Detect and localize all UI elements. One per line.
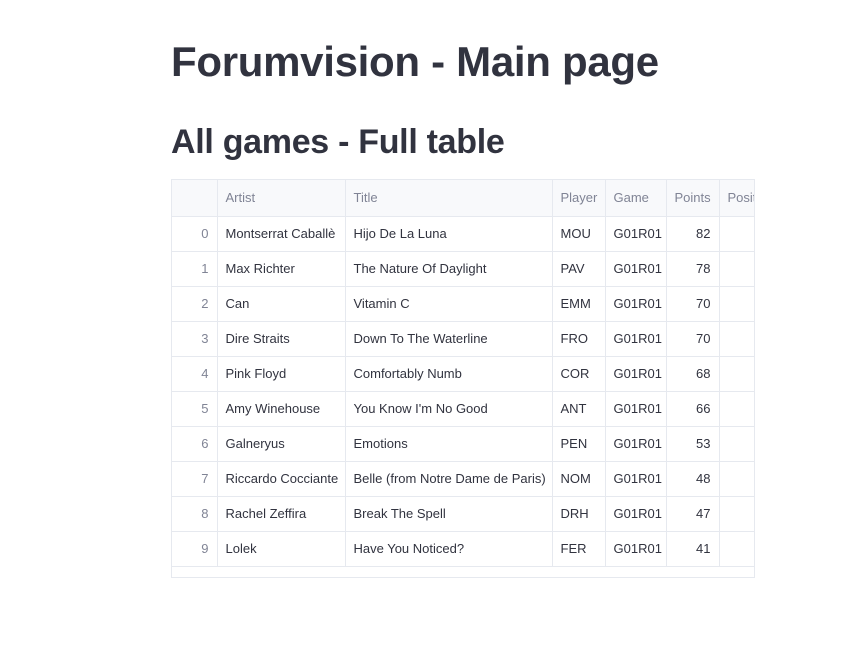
table-row: 6GalneryusEmotionsPENG01R01537 bbox=[172, 426, 754, 462]
cell-player[interactable]: ANT bbox=[552, 391, 606, 427]
cell-position[interactable]: 9 bbox=[719, 496, 754, 532]
column-header-title[interactable]: Title bbox=[345, 180, 553, 217]
cell-title[interactable]: The Nature Of Daylight bbox=[345, 251, 553, 287]
cell-artist[interactable]: Lolek bbox=[217, 531, 346, 567]
cell-position[interactable]: 7 bbox=[719, 426, 754, 462]
cell-game[interactable]: G01R01 bbox=[605, 356, 667, 392]
cell-artist[interactable]: Amy Winehouse bbox=[217, 391, 346, 427]
cell-points[interactable]: 48 bbox=[666, 461, 720, 497]
cell-player[interactable]: COR bbox=[552, 356, 606, 392]
column-header-points[interactable]: Points bbox=[666, 180, 720, 217]
games-data-grid: Artist Title Player Game Points Position… bbox=[172, 180, 754, 567]
cell-title[interactable]: You Know I'm No Good bbox=[345, 391, 553, 427]
cell-title[interactable]: Emotions bbox=[345, 426, 553, 462]
cell-title[interactable]: Belle (from Notre Dame de Paris) bbox=[345, 461, 553, 497]
table-row: 3 Dire Straits Down To The Waterline FRO G01… bbox=[172, 321, 754, 357]
cell-artist[interactable]: Riccardo Cocciante bbox=[217, 461, 346, 497]
cell-player[interactable]: MOU bbox=[552, 216, 606, 252]
table-row: 1 Max Richter The Nature Of Daylight PAV G01… bbox=[172, 251, 754, 287]
cell-position[interactable]: 6 bbox=[719, 391, 754, 427]
cell-index[interactable]: 9 bbox=[172, 531, 218, 567]
section-title: All games - Full table bbox=[171, 123, 505, 161]
cell-index[interactable]: 1 bbox=[172, 251, 218, 287]
cell-player[interactable]: DRH bbox=[552, 496, 606, 532]
cell-points[interactable]: 47 bbox=[666, 496, 720, 532]
page-title: Forumvision - Main page bbox=[171, 38, 659, 85]
cell-title[interactable]: Vitamin C bbox=[345, 286, 553, 322]
cell-game[interactable]: G01R01 bbox=[605, 321, 667, 357]
cell-position[interactable]: 10 bbox=[719, 531, 754, 567]
cell-position[interactable]: 3 bbox=[719, 321, 754, 357]
cell-position[interactable]: 2 bbox=[719, 251, 754, 287]
table-row: 2CanVitamin CEMMG01R01703 bbox=[172, 286, 754, 322]
cell-position[interactable]: 1 bbox=[719, 216, 754, 252]
table-row: 9LolekHave You Noticed?FERG01R014110 bbox=[172, 531, 754, 567]
cell-game[interactable]: G01R01 bbox=[605, 531, 667, 567]
cell-player[interactable]: FER bbox=[552, 531, 606, 567]
column-header-position[interactable]: Position bbox=[719, 180, 754, 217]
page: Forumvision - Main page All games - Full… bbox=[0, 0, 865, 664]
cell-player[interactable]: EMM bbox=[552, 286, 606, 322]
cell-title[interactable]: Hijo De La Luna bbox=[345, 216, 553, 252]
column-header-game[interactable]: Game bbox=[605, 180, 667, 217]
table-row: 7 Riccardo Cocciante Belle (from Notre Dam… bbox=[172, 461, 754, 497]
cell-title[interactable]: Down To The Waterline bbox=[345, 321, 553, 357]
cell-points[interactable]: 53 bbox=[666, 426, 720, 462]
cell-game[interactable]: G01R01 bbox=[605, 496, 667, 532]
cell-title[interactable]: Comfortably Numb bbox=[345, 356, 553, 392]
cell-index[interactable]: 7 bbox=[172, 461, 218, 497]
cell-player[interactable]: PEN bbox=[552, 426, 606, 462]
cell-points[interactable]: 68 bbox=[666, 356, 720, 392]
cell-points[interactable]: 41 bbox=[666, 531, 720, 567]
cell-artist[interactable]: Pink Floyd bbox=[217, 356, 346, 392]
table-row: 4Pink FloydComfortably NumbCORG01R01685 bbox=[172, 356, 754, 392]
cell-artist[interactable]: Max Richter bbox=[217, 251, 346, 287]
cell-artist[interactable]: Dire Straits bbox=[217, 321, 346, 357]
cell-position[interactable]: 5 bbox=[719, 356, 754, 392]
column-header-player[interactable]: Player bbox=[552, 180, 606, 217]
cell-game[interactable]: G01R01 bbox=[605, 391, 667, 427]
cell-index[interactable]: 6 bbox=[172, 426, 218, 462]
table-row: 5 Amy Winehouse You Know I'm No Good ANT G01… bbox=[172, 391, 754, 427]
column-header-index[interactable] bbox=[172, 180, 218, 217]
cell-artist[interactable]: Galneryus bbox=[217, 426, 346, 462]
cell-player[interactable]: PAV bbox=[552, 251, 606, 287]
table-row: 8 Rachel Zeffira Break The Spell DRH G01R01 4… bbox=[172, 496, 754, 532]
cell-title[interactable]: Break The Spell bbox=[345, 496, 553, 532]
cell-player[interactable]: FRO bbox=[552, 321, 606, 357]
cell-title[interactable]: Have You Noticed? bbox=[345, 531, 553, 567]
cell-points[interactable]: 70 bbox=[666, 286, 720, 322]
cell-index[interactable]: 8 bbox=[172, 496, 218, 532]
cell-index[interactable]: 4 bbox=[172, 356, 218, 392]
cell-index[interactable]: 3 bbox=[172, 321, 218, 357]
table-header-row: Artist Title Player Game Points Position bbox=[172, 180, 754, 217]
cell-index[interactable]: 5 bbox=[172, 391, 218, 427]
games-table[interactable]: Artist Title Player Game Points Position… bbox=[171, 179, 755, 578]
table-row: 0 Montserrat Caballè Hijo De La Luna MOU G01… bbox=[172, 216, 754, 252]
cell-points[interactable]: 78 bbox=[666, 251, 720, 287]
cell-points[interactable]: 82 bbox=[666, 216, 720, 252]
cell-points[interactable]: 66 bbox=[666, 391, 720, 427]
cell-game[interactable]: G01R01 bbox=[605, 286, 667, 322]
cell-player[interactable]: NOM bbox=[552, 461, 606, 497]
cell-artist[interactable]: Can bbox=[217, 286, 346, 322]
cell-index[interactable]: 0 bbox=[172, 216, 218, 252]
cell-position[interactable]: 3 bbox=[719, 286, 754, 322]
cell-game[interactable]: G01R01 bbox=[605, 426, 667, 462]
cell-game[interactable]: G01R01 bbox=[605, 461, 667, 497]
cell-position[interactable]: 8 bbox=[719, 461, 754, 497]
cell-game[interactable]: G01R01 bbox=[605, 216, 667, 252]
cell-index[interactable]: 2 bbox=[172, 286, 218, 322]
column-header-artist[interactable]: Artist bbox=[217, 180, 346, 217]
cell-game[interactable]: G01R01 bbox=[605, 251, 667, 287]
cell-artist[interactable]: Montserrat Caballè bbox=[217, 216, 346, 252]
cell-artist[interactable]: Rachel Zeffira bbox=[217, 496, 346, 532]
cell-points[interactable]: 70 bbox=[666, 321, 720, 357]
